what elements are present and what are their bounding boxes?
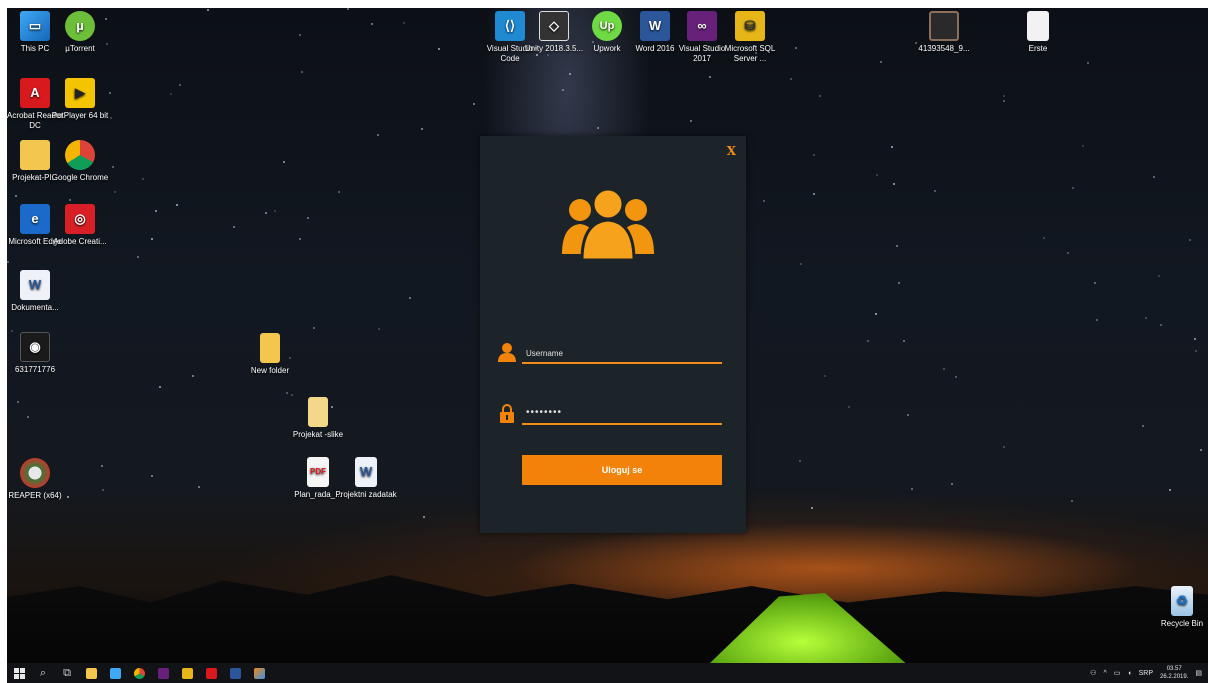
- username-field[interactable]: Username: [498, 343, 722, 364]
- potplayer-icon: ▶: [65, 78, 95, 108]
- taskbar-chrome[interactable]: [127, 663, 151, 683]
- taskbar-visual-studio[interactable]: [151, 663, 175, 683]
- acrobat-icon: [205, 667, 217, 679]
- start-button[interactable]: [7, 663, 31, 683]
- chrome-icon: [65, 140, 95, 170]
- recycle-bin-icon: ♻: [1171, 586, 1193, 616]
- folder-icon: [308, 397, 328, 427]
- login-window: X Username •••••••• Uloguj se: [480, 136, 746, 533]
- system-tray: ⚇ ^ ▭ ◖ SRP 03.57 26.2.2019. ▤: [1090, 663, 1202, 683]
- desktop-icon-chrome[interactable]: Google Chrome: [49, 140, 111, 183]
- taskbar-app[interactable]: [247, 663, 271, 683]
- desktop-icon-reaper[interactable]: REAPER (x64): [7, 458, 66, 501]
- desktop-icon-631771776[interactable]: ◉ 631771776: [7, 332, 66, 375]
- word-icon: W: [640, 11, 670, 41]
- folder-icon: [20, 140, 50, 170]
- computer-icon: ▭: [20, 11, 50, 41]
- user-icon: [498, 343, 516, 362]
- visual-studio-icon: [157, 667, 169, 679]
- desktop-icon-potplayer[interactable]: ▶ PotPlayer 64 bit: [49, 78, 111, 121]
- users-group-icon: [562, 187, 654, 262]
- username-placeholder: Username: [526, 349, 563, 358]
- task-view-button[interactable]: ⧉: [55, 663, 79, 683]
- vscode-icon: ⟨⟩: [495, 11, 525, 41]
- utorrent-icon: µ: [65, 11, 95, 41]
- taskbar: ⌕ ⧉ ⚇ ^ ▭ ◖ SRP 03.57 26.2.2019. ▤: [7, 663, 1208, 683]
- taskbar-this-pc[interactable]: [103, 663, 127, 683]
- reaper-icon: [20, 458, 50, 488]
- pdf-icon: PDF: [307, 457, 329, 487]
- file-explorer-icon: [85, 667, 97, 679]
- taskbar-acrobat[interactable]: [199, 663, 223, 683]
- edge-icon: e: [20, 204, 50, 234]
- search-button[interactable]: ⌕: [31, 663, 55, 683]
- clock[interactable]: 03.57 26.2.2019.: [1160, 665, 1188, 681]
- desktop-icon-dokumenta[interactable]: W Dokumenta...: [7, 270, 66, 313]
- sql-server-icon: [181, 667, 193, 679]
- word-icon: [229, 667, 241, 679]
- file-icon: [1027, 11, 1049, 41]
- chrome-icon: [133, 667, 145, 679]
- notifications-icon[interactable]: ▤: [1195, 669, 1202, 677]
- password-mask: ••••••••: [526, 407, 563, 418]
- desktop-wallpaper: ▭ This PC µ µTorrent A Acrobat Reader DC…: [7, 8, 1208, 683]
- sql-server-icon: ⛁: [735, 11, 765, 41]
- desktop-icon-image-41393548[interactable]: 41393548_9...: [913, 11, 975, 54]
- taskbar-sql-server[interactable]: [175, 663, 199, 683]
- close-button[interactable]: X: [727, 144, 736, 158]
- password-field[interactable]: ••••••••: [500, 404, 722, 425]
- desktop-icon-utorrent[interactable]: µ µTorrent: [49, 11, 111, 54]
- lock-icon: [500, 404, 514, 423]
- desktop-icon-recycle-bin[interactable]: ♻ Recycle Bin: [1151, 586, 1208, 629]
- image-thumbnail-icon: [929, 11, 959, 41]
- desktop-icon-sqlserver[interactable]: ⛁ Microsoft SQL Server ...: [719, 11, 781, 64]
- taskbar-word[interactable]: [223, 663, 247, 683]
- windows-logo-icon: [13, 667, 25, 679]
- desktop-icon-projektni-zadatak[interactable]: W Projektni zadatak: [335, 457, 397, 500]
- network-icon[interactable]: ▭: [1114, 669, 1121, 677]
- acrobat-icon: A: [20, 78, 50, 108]
- clock-date: 26.2.2019.: [1160, 674, 1189, 680]
- image-file-icon: ◉: [20, 332, 50, 362]
- creative-cloud-icon: ◎: [65, 204, 95, 234]
- chevron-up-icon[interactable]: ^: [1103, 670, 1106, 677]
- people-icon[interactable]: ⚇: [1090, 669, 1096, 677]
- task-view-icon: ⧉: [63, 666, 71, 679]
- taskbar-file-explorer[interactable]: [79, 663, 103, 683]
- unity-icon: ◇: [539, 11, 569, 41]
- desktop-icon-erste[interactable]: Erste: [1007, 11, 1069, 54]
- volume-icon[interactable]: ◖: [1127, 670, 1131, 677]
- upwork-icon: Up: [592, 11, 622, 41]
- word-document-icon: W: [355, 457, 377, 487]
- visual-studio-icon: ∞: [687, 11, 717, 41]
- app-icon: [253, 667, 265, 679]
- search-icon: ⌕: [39, 666, 47, 679]
- desktop-icon-new-folder[interactable]: New folder: [239, 333, 301, 376]
- folder-icon: [260, 333, 280, 363]
- login-button[interactable]: Uloguj se: [522, 455, 722, 485]
- desktop-icon-adobe-cc[interactable]: ◎ Adobe Creati...: [49, 204, 111, 247]
- word-document-icon: W: [20, 270, 50, 300]
- clock-time: 03.57: [1166, 666, 1182, 672]
- mountains: [7, 575, 1208, 663]
- desktop-icon-projekat-slike[interactable]: Projekat -slike: [287, 397, 349, 440]
- language-indicator[interactable]: SRP: [1139, 670, 1153, 677]
- computer-icon: [109, 667, 121, 679]
